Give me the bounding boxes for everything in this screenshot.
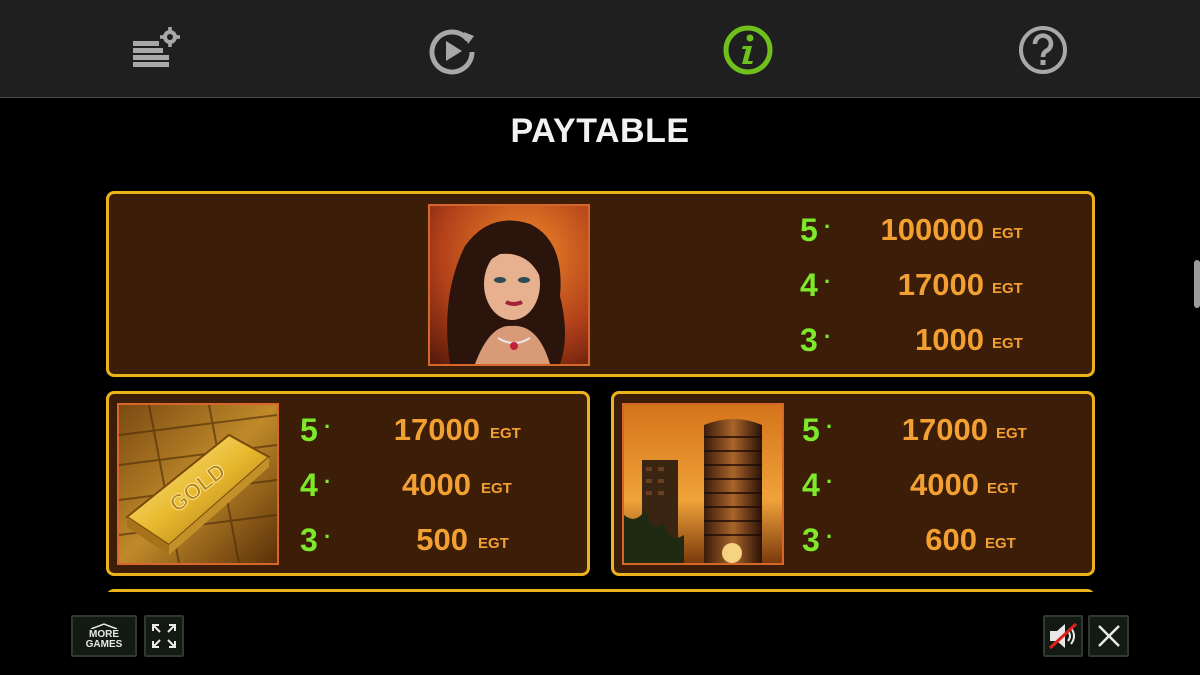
currency-unit: EGT [992,225,1023,242]
currency-unit: EGT [992,280,1023,297]
payout-row: 4 · 4000 EGT [300,467,560,507]
payout-row: 4 · 4000 EGT [802,467,1062,507]
info-button[interactable] [718,22,778,78]
sound-muted-icon [1048,622,1078,650]
help-icon [1019,26,1067,74]
currency-unit: EGT [985,535,1016,552]
payout-amount: 4000 [910,467,979,502]
symbol-count: 4 [300,467,318,503]
page-title: PAYTABLE [510,112,690,150]
symbol-count: 4 [802,467,820,503]
payout-amount: 4000 [402,467,471,502]
paytable-panel-featured: 5 · 100000 EGT 4 · 17000 EGT 3 · 1000 EG… [106,191,1095,377]
scrollbar-thumb[interactable] [1194,260,1200,308]
payout-row: 5 · 17000 EGT [802,412,1062,452]
payout-row: 5 · 100000 EGT [800,212,1060,252]
payout-row: 3 · 500 EGT [300,522,560,562]
top-nav-bar [0,0,1200,98]
sound-toggle-button[interactable] [1043,615,1083,657]
more-games-label-line2: GAMES [85,638,123,650]
help-button[interactable] [1013,22,1073,78]
gold-bar-symbol-image: GOLD [117,403,279,565]
payout-amount: 17000 [897,267,984,302]
symbol-count: 4 [800,267,818,303]
bet-settings-button[interactable] [127,22,187,78]
bet-settings-icon [133,27,180,67]
autoplay-icon [429,29,475,75]
fullscreen-icon [152,624,176,648]
paytable-panel-gold: GOLD 5 · 17000 EGT 4 · 4000 EGT 3 · 500 … [106,391,590,576]
close-button[interactable] [1088,615,1129,657]
symbol-count: 5 [802,412,820,448]
info-icon [723,25,773,75]
count-dot: · [324,414,332,439]
currency-unit: EGT [490,425,521,442]
currency-unit: EGT [992,335,1023,352]
fullscreen-button[interactable] [144,615,184,657]
symbol-count: 3 [802,522,820,558]
close-icon [1097,625,1120,647]
count-dot: · [324,469,332,494]
count-dot: · [824,324,832,349]
symbol-count: 3 [800,322,818,358]
symbol-count: 5 [300,412,318,448]
payout-amount: 100000 [880,212,984,247]
count-dot: · [826,414,834,439]
count-dot: · [324,524,332,549]
payout-row: 3 · 1000 EGT [800,322,1060,362]
payout-row: 4 · 17000 EGT [800,267,1060,307]
more-games-button[interactable]: MORE GAMES [71,615,137,657]
paytable-panel-tower: 5 · 17000 EGT 4 · 4000 EGT 3 · 600 EGT [611,391,1095,576]
woman-symbol-image [428,204,590,366]
house-roof-icon [90,622,118,629]
autoplay-button[interactable] [422,22,482,78]
count-dot: · [824,214,832,239]
currency-unit: EGT [478,535,509,552]
count-dot: · [824,269,832,294]
currency-unit: EGT [987,480,1018,497]
payout-amount: 1000 [915,322,984,357]
more-games-label-line1: MORE [89,628,119,640]
payout-amount: 17000 [393,412,480,447]
currency-unit: EGT [996,425,1027,442]
symbol-count: 3 [300,522,318,558]
payout-amount: 600 [925,522,977,557]
payout-row: 5 · 17000 EGT [300,412,560,452]
symbol-count: 5 [800,212,818,248]
payout-row: 3 · 600 EGT [802,522,1062,562]
currency-unit: EGT [481,480,512,497]
payout-amount: 17000 [901,412,988,447]
skyscraper-symbol-image [622,403,784,565]
count-dot: · [826,469,834,494]
payout-amount: 500 [416,522,468,557]
count-dot: · [826,524,834,549]
